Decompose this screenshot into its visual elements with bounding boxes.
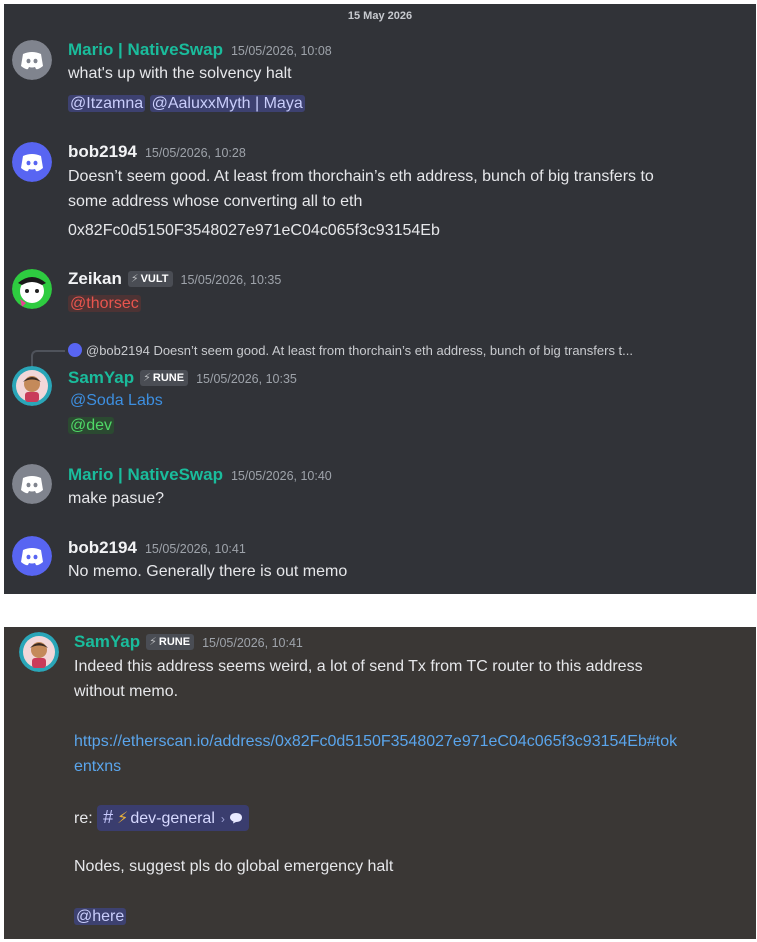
message-text: what's up with the solvency halt	[68, 65, 292, 82]
message-text: some address whose converting all to eth	[68, 193, 363, 210]
chevron-right-icon: ›	[220, 812, 225, 826]
bolt-icon: ⚡	[117, 810, 129, 827]
message-text: make pasue?	[68, 490, 165, 507]
channel-name: dev-general	[130, 810, 215, 827]
bolt-icon: ⚡	[130, 273, 139, 285]
server-tag[interactable]: ⚡ RUNE	[146, 634, 195, 650]
author-name[interactable]: SamYap	[74, 632, 140, 651]
author-name[interactable]: bob2194	[68, 538, 137, 557]
avatar[interactable]	[12, 269, 52, 309]
mentions-line: @dev	[68, 414, 115, 438]
message-text: Doesn’t seem good. At least from thorcha…	[68, 168, 654, 185]
timestamp: 15/05/2026, 10:35	[180, 273, 282, 287]
channel-link[interactable]: # ⚡ dev-general ›	[97, 805, 249, 831]
here-mention[interactable]: @here	[74, 908, 127, 925]
timestamp: 15/05/2026, 10:08	[230, 44, 332, 58]
timestamp: 15/05/2026, 10:28	[144, 146, 246, 160]
user-avatar-icon	[19, 632, 59, 672]
message-header: Mario | NativeSwap 15/05/2026, 10:40	[68, 465, 332, 485]
message-header: Zeikan ⚡ VULT 15/05/2026, 10:35	[68, 269, 281, 289]
channel-reference-line: re: # ⚡ dev-general ›	[74, 805, 249, 831]
message-text: Indeed this address seems weird, a lot o…	[74, 658, 643, 675]
role-mention[interactable]: @Soda Labs	[68, 392, 165, 409]
chat-panel-bottom: SamYap ⚡ RUNE 15/05/2026, 10:41 Indeed this…	[4, 627, 756, 939]
server-tag[interactable]: ⚡ VULT	[127, 271, 173, 287]
timestamp: 15/05/2026, 10:41	[202, 636, 303, 650]
re-label: re:	[74, 810, 93, 827]
chat-panel-top: 15 May 2026 Mario | NativeSwap 15/05/2026…	[4, 4, 756, 594]
message-header: SamYap ⚡ RUNE 15/05/2026, 10:41	[74, 632, 303, 652]
etherscan-link[interactable]: https://etherscan.io/address/0x82Fc0d515…	[74, 730, 677, 754]
author-name[interactable]: Mario | NativeSwap	[68, 465, 223, 484]
message-text: without memo.	[74, 683, 179, 700]
role-mention[interactable]: @thorsec	[68, 295, 141, 312]
author-name[interactable]: SamYap	[68, 368, 134, 387]
message-text: No memo. Generally there is out memo	[68, 563, 348, 580]
discord-logo-icon	[12, 40, 52, 80]
discord-logo-icon	[12, 536, 52, 576]
mentions-line: @here	[74, 905, 127, 929]
avatar[interactable]	[12, 464, 52, 504]
avatar[interactable]	[19, 632, 59, 672]
address-text: 0x82Fc0d5150F3548027e971eC04c065f3c93154…	[68, 222, 440, 239]
message-header: Mario | NativeSwap 15/05/2026, 10:08	[68, 40, 332, 60]
reply-spine	[31, 350, 65, 368]
timestamp: 15/05/2026, 10:40	[230, 469, 332, 483]
date-separator: 15 May 2026	[347, 10, 413, 22]
author-name[interactable]: Mario | NativeSwap	[68, 40, 223, 59]
timestamp: 15/05/2026, 10:35	[196, 372, 297, 386]
message-text: Nodes, suggest pls do global emergency h…	[74, 858, 394, 875]
author-name[interactable]: Zeikan	[68, 269, 122, 288]
author-name[interactable]: bob2194	[68, 142, 137, 161]
reply-text: Doesn’t seem good. At least from thorcha…	[153, 343, 634, 358]
reply-preview[interactable]: @bob2194 Doesn’t seem good. At least fro…	[68, 342, 633, 360]
discord-logo-icon	[12, 142, 52, 182]
role-mention[interactable]: @dev	[68, 417, 115, 434]
timestamp: 15/05/2026, 10:41	[144, 542, 246, 556]
message-header: bob2194 15/05/2026, 10:41	[68, 538, 246, 558]
etherscan-link-continued[interactable]: entxns	[74, 755, 121, 779]
chat-bubble-icon	[229, 813, 242, 824]
discord-mini-icon	[68, 343, 82, 357]
mentions-line: @Itzamna @AaluxxMyth | Maya	[68, 92, 305, 116]
user-mention[interactable]: @AaluxxMyth | Maya	[149, 95, 305, 112]
avatar[interactable]	[12, 366, 52, 406]
message-header: bob2194 15/05/2026, 10:28	[68, 142, 246, 162]
hash-icon: #	[103, 807, 114, 827]
bolt-icon: ⚡	[143, 372, 151, 384]
mentions-line: @thorsec	[68, 292, 141, 316]
user-avatar-icon	[12, 269, 52, 309]
user-mention[interactable]: @Itzamna	[68, 95, 146, 112]
message-header: SamYap ⚡ RUNE 15/05/2026, 10:35	[68, 368, 297, 388]
mentions-line: @Soda Labs	[68, 389, 165, 413]
discord-logo-icon	[12, 464, 52, 504]
avatar[interactable]	[12, 40, 52, 80]
server-tag[interactable]: ⚡ RUNE	[140, 370, 189, 386]
avatar[interactable]	[12, 142, 52, 182]
bolt-icon: ⚡	[149, 636, 157, 648]
user-avatar-icon	[12, 366, 52, 406]
avatar[interactable]	[12, 536, 52, 576]
reply-author: @bob2194	[86, 343, 150, 358]
